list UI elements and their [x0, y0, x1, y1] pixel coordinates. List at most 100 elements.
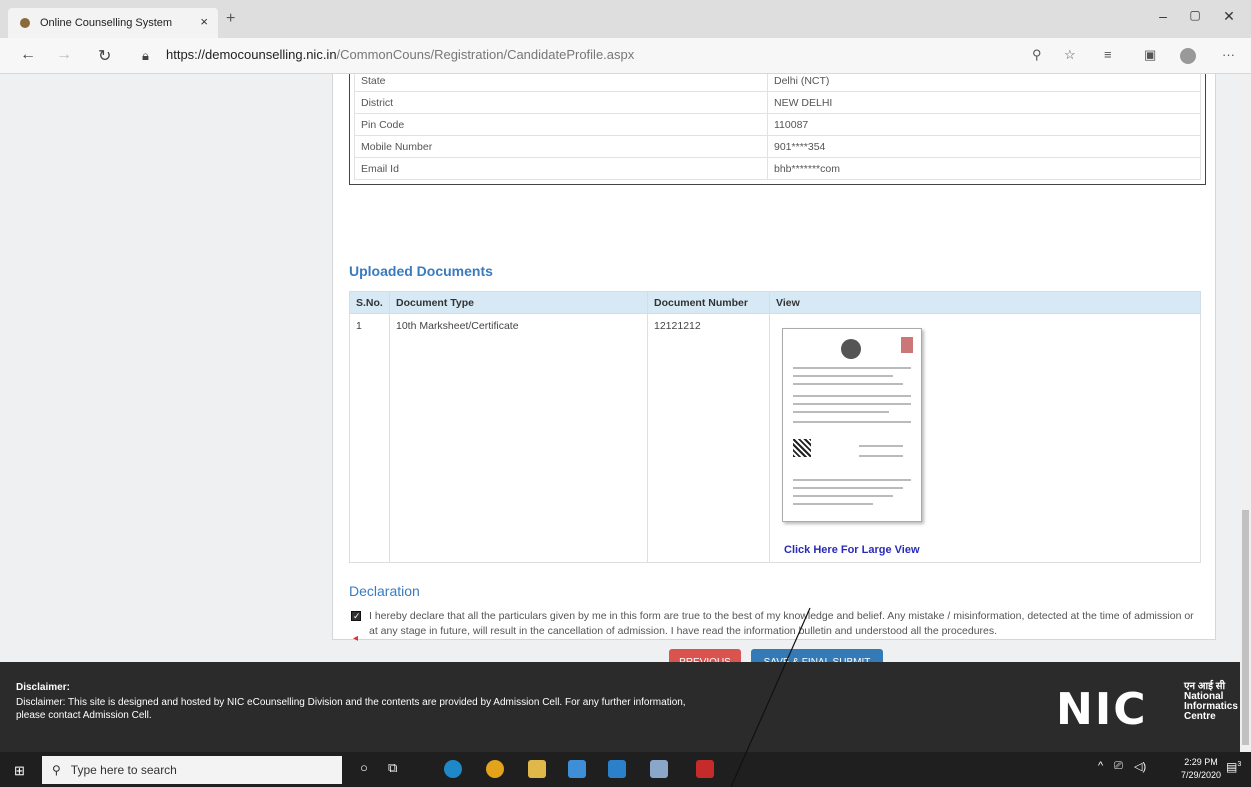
qr-code-icon	[793, 439, 811, 457]
windows-taskbar: ⊞ ⚲ Type here to search ○ ⧉ ^ ⎚ ◁) 2:29 …	[0, 752, 1251, 787]
nic-logo-text: एन आई सी National Informatics Centre	[1184, 682, 1238, 722]
declaration-title: Declaration	[349, 583, 420, 599]
table-row: Pin Code 110087	[354, 113, 1201, 136]
disclaimer-text: Disclaimer: This site is designed and ho…	[16, 697, 686, 721]
forward-arrow-icon[interactable]: →	[56, 46, 72, 64]
address-details-table: State Delhi (NCT) District NEW DELHI Pin C…	[349, 74, 1206, 185]
doc-type: 10th Marksheet/Certificate	[389, 313, 648, 563]
uploaded-documents-title: Uploaded Documents	[349, 263, 493, 279]
text-line	[793, 375, 893, 377]
page-content: State Delhi (NCT) District NEW DELHI Pin C…	[0, 74, 1240, 662]
emblem-icon	[841, 339, 861, 359]
nic-logo-mark: NIC	[1056, 684, 1148, 735]
edge-browser-icon[interactable]	[444, 760, 462, 778]
nic-logo: NIC एन आई सी National Informatics Centre	[1056, 678, 1238, 736]
row-label: Email Id	[354, 157, 768, 180]
row-label: State	[354, 74, 768, 92]
notification-count: 3	[1237, 761, 1242, 768]
table-row: District NEW DELHI	[354, 91, 1201, 114]
candidate-profile-card: State Delhi (NCT) District NEW DELHI Pin C…	[332, 74, 1216, 662]
notification-center-icon[interactable]: ▤3	[1226, 760, 1241, 774]
row-value: NEW DELHI	[767, 91, 1201, 114]
system-tray-chevron-icon[interactable]: ^	[1098, 760, 1103, 772]
text-line	[793, 395, 911, 397]
address-bar-row: ← → ↻ 🔒︎ https://democounselling.nic.in/…	[0, 38, 1251, 74]
pdf-reader-icon[interactable]	[696, 760, 714, 778]
text-line	[793, 421, 911, 423]
clock-time: 2:29 PM	[1184, 757, 1218, 767]
declaration-checkbox[interactable]	[351, 609, 361, 624]
doc-number: 12121212	[647, 313, 770, 563]
declaration-block: ◂ I hereby declare that all the particul…	[351, 609, 1203, 644]
row-value: bhb*******com	[767, 157, 1201, 180]
table-header-row: S.No. Document Type Document Number View	[349, 291, 1201, 314]
file-explorer-icon[interactable]	[528, 760, 546, 778]
column-header: Document Type	[389, 291, 648, 314]
close-window-icon[interactable]: ✕	[1214, 8, 1244, 25]
browser-tab-strip: Online Counselling System × + – ▢ ✕	[0, 0, 1251, 38]
row-label: Pin Code	[354, 113, 768, 136]
text-line	[793, 487, 903, 489]
mail-icon[interactable]	[608, 760, 626, 778]
save-final-submit-button[interactable]: SAVE & FINAL SUBMIT	[751, 649, 883, 662]
text-line	[793, 495, 893, 497]
search-icon: ⚲	[52, 763, 61, 777]
text-line	[793, 503, 873, 505]
network-icon[interactable]: ⎚	[1114, 760, 1123, 773]
cortana-icon[interactable]: ○	[360, 760, 368, 775]
new-tab-icon[interactable]: +	[226, 10, 235, 28]
candidate-photo	[901, 337, 913, 353]
row-value: 110087	[767, 113, 1201, 136]
site-footer: Disclaimer: Disclaimer: This site is des…	[0, 662, 1240, 752]
required-marker-icon: ◂	[353, 633, 359, 644]
windows-start-icon[interactable]: ⊞	[14, 763, 25, 779]
favorite-star-icon[interactable]: ☆	[1064, 47, 1076, 63]
scrollbar-thumb[interactable]	[1242, 510, 1249, 745]
zoom-icon[interactable]: ⚲	[1032, 47, 1042, 63]
chrome-browser-icon[interactable]	[486, 760, 504, 778]
table-row: 1 10th Marksheet/Certificate 12121212 Cl…	[349, 313, 1201, 563]
more-menu-icon[interactable]: ···	[1222, 47, 1235, 62]
photos-icon[interactable]	[650, 760, 668, 778]
search-placeholder: Type here to search	[70, 763, 177, 777]
favorites-list-icon[interactable]: ≡	[1104, 47, 1112, 62]
site-favicon-icon	[20, 18, 30, 28]
table-row: Mobile Number 901****354	[354, 135, 1201, 158]
row-value: 901****354	[767, 135, 1201, 158]
profile-avatar[interactable]	[1180, 48, 1196, 64]
text-line	[793, 383, 903, 385]
minimize-icon[interactable]: –	[1148, 8, 1178, 24]
taskbar-clock[interactable]: 2:29 PM 7/29/2020	[1176, 756, 1226, 782]
doc-view-cell: Click Here For Large View	[769, 313, 1201, 563]
text-line	[859, 445, 903, 447]
table-row: State Delhi (NCT)	[354, 74, 1201, 92]
store-icon[interactable]	[568, 760, 586, 778]
declaration-text: I hereby declare that all the particular…	[369, 610, 1194, 637]
column-header: S.No.	[349, 291, 390, 314]
browser-tab[interactable]: Online Counselling System ×	[8, 8, 218, 38]
url-field[interactable]: https://democounselling.nic.in/CommonCou…	[166, 47, 634, 62]
lock-icon: 🔒︎	[142, 48, 149, 63]
previous-button[interactable]: PREVIOUS	[669, 649, 741, 662]
text-line	[793, 403, 911, 405]
task-view-icon[interactable]: ⧉	[388, 760, 397, 776]
document-thumbnail[interactable]	[782, 328, 922, 522]
row-value: Delhi (NCT)	[767, 74, 1201, 92]
collections-icon[interactable]: ▣	[1144, 47, 1156, 63]
refresh-icon[interactable]: ↻	[98, 46, 111, 66]
large-view-link[interactable]: Click Here For Large View	[784, 544, 1194, 556]
volume-icon[interactable]: ◁)	[1134, 760, 1146, 773]
clock-date: 7/29/2020	[1180, 770, 1222, 780]
taskbar-search-box[interactable]: ⚲ Type here to search	[42, 756, 342, 784]
text-line	[793, 479, 911, 481]
text-line	[793, 411, 889, 413]
documents-table: S.No. Document Type Document Number View…	[349, 291, 1201, 563]
doc-sno: 1	[349, 313, 390, 563]
column-header: Document Number	[647, 291, 770, 314]
tab-close-icon[interactable]: ×	[200, 14, 208, 29]
url-path: /CommonCouns/Registration/CandidateProfi…	[336, 47, 635, 62]
back-arrow-icon[interactable]: ←	[20, 46, 36, 64]
maximize-icon[interactable]: ▢	[1180, 8, 1210, 22]
row-label: District	[354, 91, 768, 114]
disclaimer-title: Disclaimer:	[16, 682, 70, 693]
